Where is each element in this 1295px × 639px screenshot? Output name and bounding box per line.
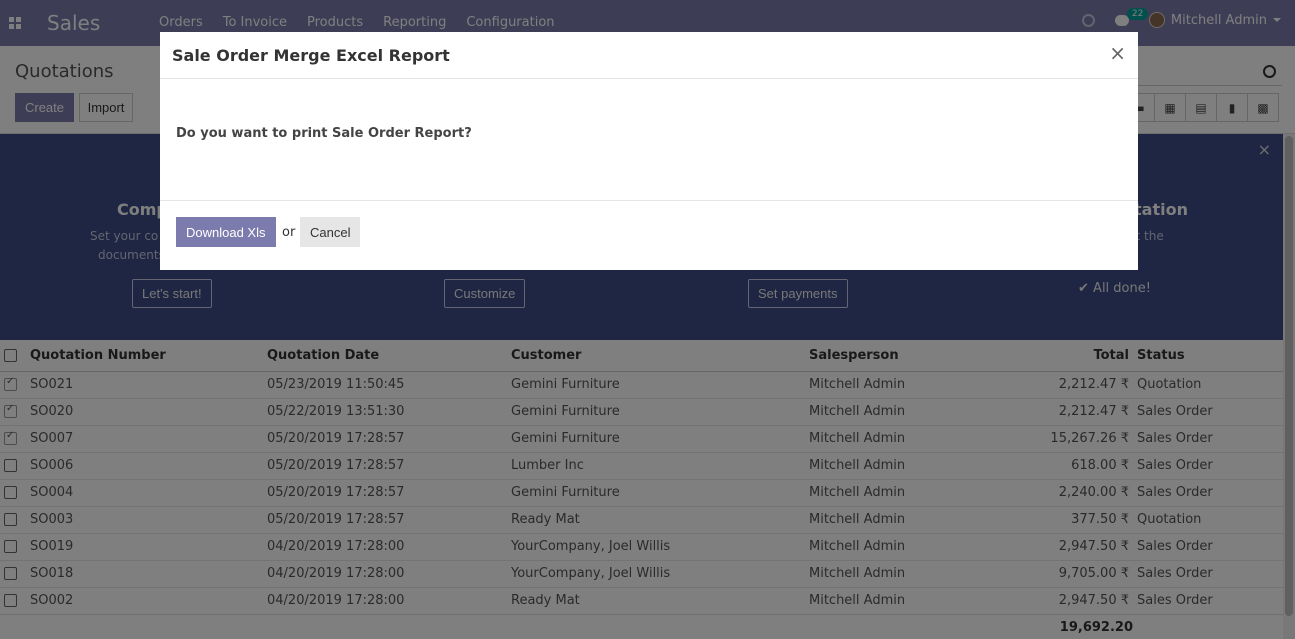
merge-report-dialog: Sale Order Merge Excel Report × Do you w… <box>160 32 1138 270</box>
cancel-button[interactable]: Cancel <box>300 217 361 247</box>
dialog-body: Do you want to print Sale Order Report? <box>160 79 1138 201</box>
dialog-question: Do you want to print Sale Order Report? <box>176 126 472 141</box>
dialog-title: Sale Order Merge Excel Report <box>172 46 450 65</box>
download-xls-button[interactable]: Download Xls <box>176 217 276 247</box>
dialog-header: Sale Order Merge Excel Report × <box>160 32 1138 79</box>
close-icon[interactable]: × <box>1109 41 1126 65</box>
or-text: or <box>282 225 296 240</box>
dialog-footer: Download Xls or Cancel <box>160 201 1138 269</box>
